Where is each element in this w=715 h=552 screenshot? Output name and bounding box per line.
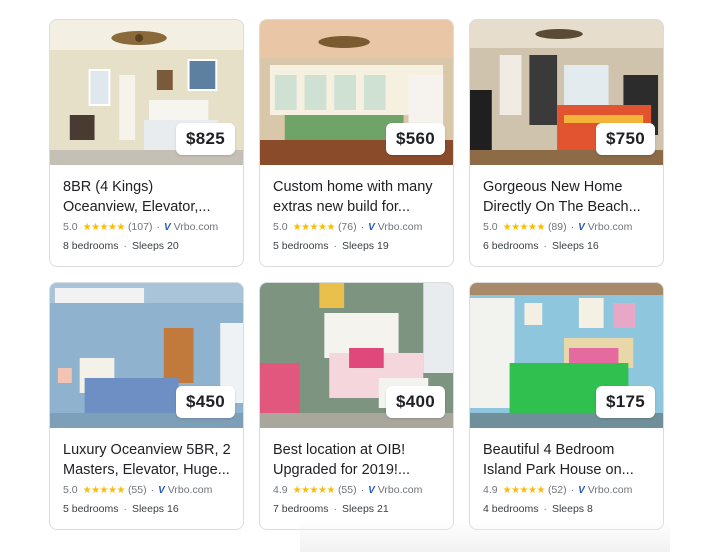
price-badge: $400 <box>385 386 445 418</box>
rating-row: 5.0 ★★★★★ (107) · V Vrbo.com <box>63 221 219 233</box>
listing-details: 5 bedrooms · Sleeps 19 <box>273 240 389 252</box>
listing-details: 8 bedrooms · Sleeps 20 <box>63 240 179 252</box>
review-count: (107) <box>127 221 153 233</box>
price-badge: $825 <box>175 123 235 155</box>
vrbo-logo-icon: V <box>163 221 171 233</box>
vrbo-logo-icon: V <box>368 484 375 496</box>
bedrooms-count: 4 bedrooms <box>483 503 539 515</box>
rating-row: 4.9 ★★★★★ (52) · V Vrbo.com <box>483 484 633 496</box>
price-badge: $175 <box>595 386 655 418</box>
bedrooms-count: 7 bedrooms <box>273 503 329 515</box>
listing-details: 5 bedrooms · Sleeps 16 <box>63 503 179 515</box>
vrbo-logo-icon: V <box>578 221 585 233</box>
sleeps-count: Sleeps 8 <box>551 503 593 515</box>
listing-title[interactable]: 8BR (4 Kings) Oceanview, Elevator,... <box>63 177 233 217</box>
vrbo-logo-icon: V <box>368 221 375 233</box>
star-rating-icon: ★★★★★ <box>502 484 546 496</box>
listing-photo-living-room[interactable]: $560 <box>260 20 453 165</box>
bedrooms-count: 6 bedrooms <box>483 240 539 252</box>
listing-title[interactable]: Beautiful 4 Bedroom Island Park House on… <box>483 440 653 480</box>
listing-details: 4 bedrooms · Sleeps 8 <box>483 503 593 515</box>
review-count: (89) <box>547 221 567 233</box>
bedrooms-count: 5 bedrooms <box>273 240 329 252</box>
rating-row: 4.9 ★★★★★ (55) · V Vrbo.com <box>273 484 423 496</box>
bedrooms-count: 5 bedrooms <box>63 503 119 515</box>
review-count: (52) <box>547 484 567 496</box>
listing-title[interactable]: Custom home with many extras new build f… <box>273 177 443 217</box>
listing-photo-bedroom[interactable]: $450 <box>50 283 243 428</box>
sleeps-count: Sleeps 19 <box>341 240 389 252</box>
rating-row: 5.0 ★★★★★ (55) · V Vrbo.com <box>63 484 213 496</box>
rating-value: 4.9 <box>273 484 288 496</box>
listing-photo-bedroom[interactable]: $400 <box>260 283 453 428</box>
rating-value: 5.0 <box>63 484 78 496</box>
review-count: (55) <box>127 484 147 496</box>
price-badge: $450 <box>175 386 235 418</box>
sleeps-count: Sleeps 21 <box>341 503 389 515</box>
review-count: (76) <box>337 221 357 233</box>
source-name: Vrbo.com <box>167 484 213 496</box>
rating-value: 5.0 <box>483 221 498 233</box>
rating-row: 5.0 ★★★★★ (76) · V Vrbo.com <box>273 221 423 233</box>
source-name: Vrbo.com <box>173 221 219 233</box>
bedrooms-count: 8 bedrooms <box>63 240 119 252</box>
sleeps-count: Sleeps 20 <box>131 240 179 252</box>
listing-title[interactable]: Gorgeous New Home Directly On The Beach.… <box>483 177 653 217</box>
listing-card[interactable]: $175 Beautiful 4 Bedroom Island Park Hou… <box>469 282 664 530</box>
listing-title[interactable]: Best location at OIB! Upgraded for 2019!… <box>273 440 443 480</box>
star-rating-icon: ★★★★★ <box>292 221 336 233</box>
listing-card[interactable]: $450 Luxury Oceanview 5BR, 2 Masters, El… <box>49 282 244 530</box>
star-rating-icon: ★★★★★ <box>292 484 336 496</box>
listing-card[interactable]: $825 8BR (4 Kings) Oceanview, Elevator,.… <box>49 19 244 267</box>
source-name: Vrbo.com <box>377 484 423 496</box>
vrbo-logo-icon: V <box>158 484 165 496</box>
rating-row: 5.0 ★★★★★ (89) · V Vrbo.com <box>483 221 633 233</box>
listing-details: 7 bedrooms · Sleeps 21 <box>273 503 389 515</box>
price-badge: $560 <box>385 123 445 155</box>
star-rating-icon: ★★★★★ <box>82 221 126 233</box>
bottom-fade <box>300 520 670 552</box>
listing-photo-bedroom[interactable]: $750 <box>470 20 663 165</box>
rating-value: 5.0 <box>63 221 78 233</box>
rating-value: 5.0 <box>273 221 288 233</box>
star-rating-icon: ★★★★★ <box>502 221 546 233</box>
listing-card[interactable]: $400 Best location at OIB! Upgraded for … <box>259 282 454 530</box>
listing-photo-bedroom[interactable]: $825 <box>50 20 243 165</box>
source-name: Vrbo.com <box>377 221 423 233</box>
listing-title[interactable]: Luxury Oceanview 5BR, 2 Masters, Elevato… <box>63 440 233 480</box>
listing-card[interactable]: $750 Gorgeous New Home Directly On The B… <box>469 19 664 267</box>
rating-value: 4.9 <box>483 484 498 496</box>
listing-photo-bedroom[interactable]: $175 <box>470 283 663 428</box>
source-name: Vrbo.com <box>587 484 633 496</box>
price-badge: $750 <box>595 123 655 155</box>
vrbo-logo-icon: V <box>578 484 585 496</box>
star-rating-icon: ★★★★★ <box>82 484 126 496</box>
listing-card[interactable]: $560 Custom home with many extras new bu… <box>259 19 454 267</box>
listing-details: 6 bedrooms · Sleeps 16 <box>483 240 599 252</box>
source-name: Vrbo.com <box>587 221 633 233</box>
review-count: (55) <box>337 484 357 496</box>
sleeps-count: Sleeps 16 <box>551 240 599 252</box>
sleeps-count: Sleeps 16 <box>131 503 179 515</box>
